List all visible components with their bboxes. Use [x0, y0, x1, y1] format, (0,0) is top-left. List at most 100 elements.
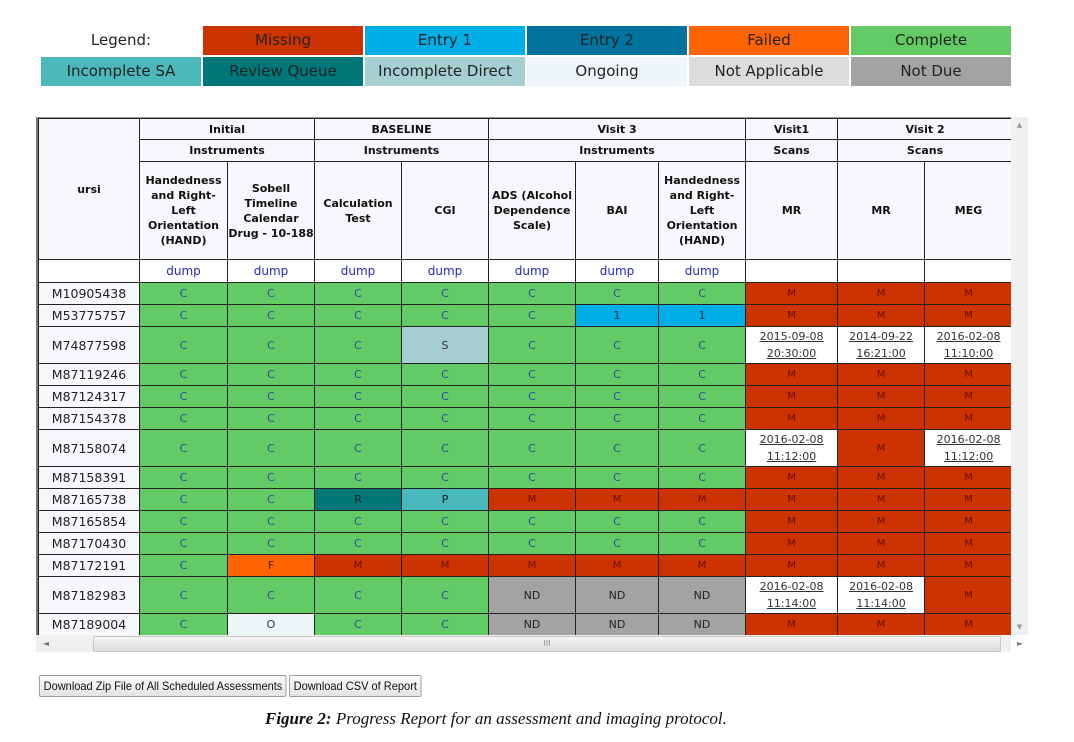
scan-time[interactable]: 11:10:00 [944, 347, 993, 360]
status-cell[interactable]: ND [488, 576, 577, 614]
status-cell[interactable]: M [837, 510, 926, 533]
status-cell[interactable]: M [924, 613, 1011, 635]
scan-date[interactable]: 2015-09-08 [760, 330, 824, 343]
scan-date-link[interactable]: 2015-09-08 20:30:00 [745, 326, 839, 364]
status-cell[interactable]: M [924, 466, 1011, 489]
status-cell[interactable]: C [226, 429, 316, 467]
status-cell[interactable]: M [314, 554, 403, 577]
scroll-left-arrow-icon[interactable]: ◄ [38, 635, 54, 652]
scan-date-link[interactable]: 2016-02-08 11:14:00 [837, 576, 926, 614]
status-cell[interactable]: M [837, 488, 926, 511]
status-cell[interactable]: C [314, 429, 403, 467]
status-cell[interactable]: C [401, 363, 490, 386]
status-cell[interactable]: ND [575, 576, 660, 614]
scan-time[interactable]: 11:14:00 [767, 597, 816, 610]
dump-link[interactable]: dump [226, 259, 316, 283]
status-cell[interactable]: C [575, 407, 660, 430]
scan-date-link[interactable]: 2016-02-08 11:12:00 [745, 429, 839, 467]
ursi-header[interactable]: ursi [38, 118, 140, 260]
status-cell[interactable]: C [658, 326, 747, 364]
status-cell[interactable]: M [575, 554, 660, 577]
status-cell[interactable]: R [314, 488, 403, 511]
status-cell[interactable]: M [745, 613, 839, 635]
status-cell[interactable]: M [837, 466, 926, 489]
status-cell[interactable]: C [139, 466, 228, 489]
status-cell[interactable]: M [837, 613, 926, 635]
status-cell[interactable]: M [837, 554, 926, 577]
status-cell[interactable]: C [314, 576, 403, 614]
status-cell[interactable]: M [488, 488, 577, 511]
status-cell[interactable]: M [745, 466, 839, 489]
status-cell[interactable]: C [488, 363, 577, 386]
scroll-down-arrow-icon[interactable]: ▼ [1011, 619, 1028, 635]
status-cell[interactable]: C [658, 385, 747, 408]
status-cell[interactable]: C [139, 488, 228, 511]
status-cell[interactable]: C [488, 282, 577, 305]
status-cell[interactable]: C [139, 510, 228, 533]
status-cell[interactable]: C [226, 385, 316, 408]
status-cell[interactable]: C [575, 429, 660, 467]
status-cell[interactable]: M [924, 532, 1011, 555]
status-cell[interactable]: 1 [658, 304, 747, 327]
status-cell[interactable]: C [314, 363, 403, 386]
status-cell[interactable]: M [837, 363, 926, 386]
status-cell[interactable]: M [924, 510, 1011, 533]
status-cell[interactable]: C [488, 466, 577, 489]
status-cell[interactable]: M [924, 488, 1011, 511]
status-cell[interactable]: C [401, 510, 490, 533]
status-cell[interactable]: S [401, 326, 490, 364]
status-cell[interactable]: M [837, 385, 926, 408]
scan-time[interactable]: 16:21:00 [856, 347, 905, 360]
status-cell[interactable]: M [401, 554, 490, 577]
scan-date-link[interactable]: 2016-02-08 11:12:00 [924, 429, 1011, 467]
dump-link[interactable]: dump [314, 259, 403, 283]
horizontal-scroll-thumb[interactable]: III [93, 636, 1001, 652]
status-cell[interactable]: C [575, 282, 660, 305]
status-cell[interactable]: ND [658, 613, 747, 635]
status-cell[interactable]: C [401, 407, 490, 430]
dump-link[interactable]: dump [139, 259, 228, 283]
status-cell[interactable]: C [658, 466, 747, 489]
status-cell[interactable]: M [745, 407, 839, 430]
status-cell[interactable]: C [139, 282, 228, 305]
scan-time[interactable]: 20:30:00 [767, 347, 816, 360]
scan-date[interactable]: 2014-09-22 [849, 330, 913, 343]
status-cell[interactable]: M [575, 488, 660, 511]
scroll-right-arrow-icon[interactable]: ► [1012, 635, 1028, 652]
status-cell[interactable]: ND [658, 576, 747, 614]
status-cell[interactable]: M [924, 304, 1011, 327]
status-cell[interactable]: M [924, 385, 1011, 408]
scan-time[interactable]: 11:12:00 [944, 450, 993, 463]
status-cell[interactable]: M [488, 554, 577, 577]
status-cell[interactable]: ND [488, 613, 577, 635]
download-csv-button[interactable]: Download CSV of Report [289, 675, 423, 697]
status-cell[interactable]: C [139, 304, 228, 327]
status-cell[interactable]: C [658, 532, 747, 555]
status-cell[interactable]: C [575, 385, 660, 408]
status-cell[interactable]: C [139, 407, 228, 430]
status-cell[interactable]: M [837, 304, 926, 327]
scan-date[interactable]: 2016-02-08 [849, 580, 913, 593]
status-cell[interactable]: C [226, 304, 316, 327]
status-cell[interactable]: M [924, 282, 1011, 305]
status-cell[interactable]: C [401, 576, 490, 614]
status-cell[interactable]: C [226, 576, 316, 614]
status-cell[interactable]: M [745, 532, 839, 555]
status-cell[interactable]: C [658, 363, 747, 386]
status-cell[interactable]: C [575, 326, 660, 364]
status-cell[interactable]: M [924, 407, 1011, 430]
status-cell[interactable]: M [745, 510, 839, 533]
status-cell[interactable]: ND [575, 613, 660, 635]
status-cell[interactable]: C [139, 576, 228, 614]
status-cell[interactable]: C [139, 613, 228, 635]
status-cell[interactable]: C [226, 407, 316, 430]
status-cell[interactable]: C [488, 510, 577, 533]
status-cell[interactable]: C [488, 532, 577, 555]
status-cell[interactable]: C [226, 282, 316, 305]
status-cell[interactable]: C [401, 429, 490, 467]
status-cell[interactable]: M [745, 385, 839, 408]
status-cell[interactable]: 1 [575, 304, 660, 327]
status-cell[interactable]: C [401, 282, 490, 305]
status-cell[interactable]: C [575, 466, 660, 489]
status-cell[interactable]: C [226, 466, 316, 489]
